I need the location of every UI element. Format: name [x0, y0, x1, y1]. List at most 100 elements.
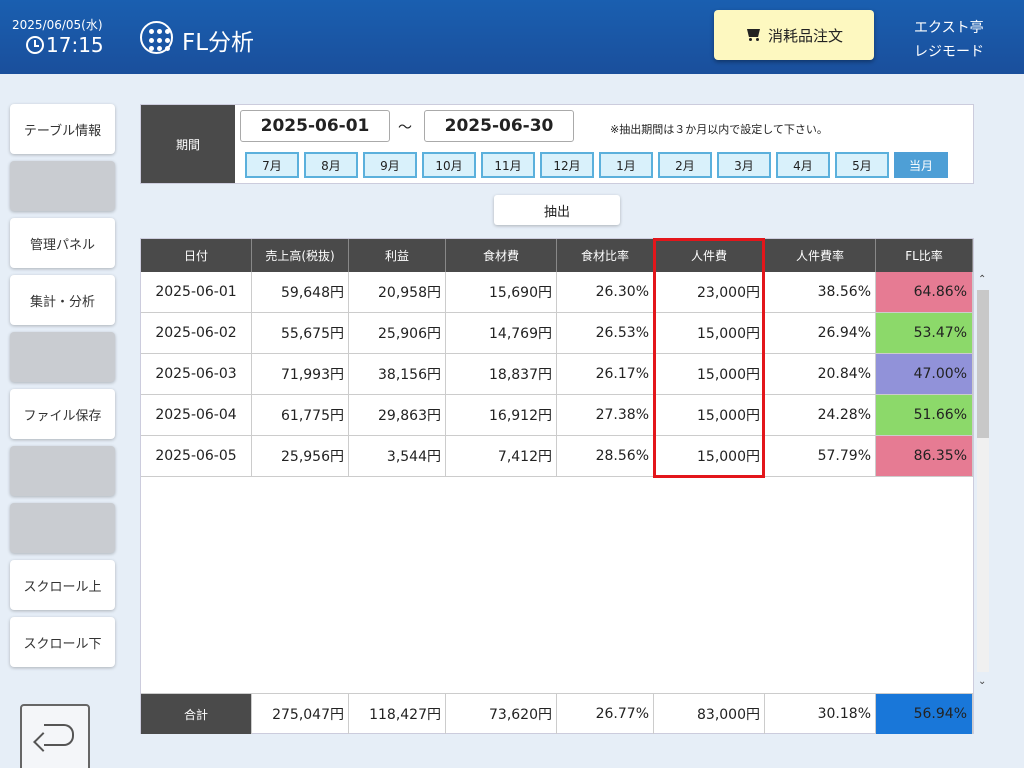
period-label: 期間	[141, 105, 235, 183]
table-cell: 14,769円	[446, 313, 557, 353]
order-supplies-label: 消耗品注文	[767, 26, 843, 45]
sidebar-item-4[interactable]: 集計・分析	[10, 275, 115, 325]
scroll-down-arrow-icon[interactable]: ⌄	[978, 676, 986, 687]
table-cell: 61,775円	[252, 395, 349, 435]
month-button-10[interactable]: 4月	[776, 152, 830, 178]
column-header-6[interactable]: 人件費	[654, 239, 765, 272]
column-header-8[interactable]: FL比率	[876, 239, 973, 272]
sidebar-item-6[interactable]: ファイル保存	[10, 389, 115, 439]
back-button[interactable]	[20, 704, 90, 768]
month-button-8[interactable]: 2月	[658, 152, 712, 178]
period-panel: 期間 2025-06-01 ～ 2025-06-30 ※抽出期間は３か月以内で設…	[140, 104, 974, 184]
total-label: 合計	[141, 694, 252, 734]
table-cell: 15,000円	[654, 436, 765, 476]
table-cell: 55,675円	[252, 313, 349, 353]
table-cell: 28.56%	[557, 436, 654, 476]
grid-menu-icon[interactable]	[140, 21, 173, 54]
register-mode-label: レジモード	[914, 44, 984, 60]
sidebar-item-10[interactable]: スクロール下	[10, 617, 115, 667]
sidebar-item-8	[10, 503, 115, 553]
table-cell: 23,000円	[654, 272, 765, 312]
table-cell: 59,648円	[252, 272, 349, 312]
column-header-3[interactable]: 利益	[349, 239, 446, 272]
month-button-6[interactable]: 12月	[540, 152, 594, 178]
sidebar-item-3[interactable]: 管理パネル	[10, 218, 115, 268]
total-cell: 83,000円	[654, 694, 765, 734]
table-cell: 2025-06-01	[141, 272, 252, 312]
table-cell: 20,958円	[349, 272, 446, 312]
total-cell: 26.77%	[557, 694, 654, 734]
table-cell: 53.47%	[876, 313, 973, 353]
fl-analysis-table: 日付 売上高(税抜) 利益 食材費 食材比率 人件費 人件費率 FL比率 2025-06-01…	[140, 238, 989, 734]
table-cell: 29,863円	[349, 395, 446, 435]
table-cell: 25,956円	[252, 436, 349, 476]
table-cell: 2025-06-05	[141, 436, 252, 476]
table-row[interactable]: 2025-06-05 25,956円 3,544円 7,412円 28.56% 15,00…	[141, 436, 973, 477]
table-scrollbar[interactable]: ⌃ ⌄	[975, 272, 991, 693]
store-name: エクスト亭	[914, 20, 984, 36]
table-cell: 3,544円	[349, 436, 446, 476]
column-header-1[interactable]: 日付	[141, 239, 252, 272]
table-cell: 27.38%	[557, 395, 654, 435]
table-row[interactable]: 2025-06-04 61,775円 29,863円 16,912円 27.38% 15,…	[141, 395, 973, 436]
column-header-2[interactable]: 売上高(税抜)	[252, 239, 349, 272]
table-cell: 25,906円	[349, 313, 446, 353]
table-cell: 24.28%	[765, 395, 876, 435]
sidebar-item-2	[10, 161, 115, 211]
month-button-12[interactable]: 当月	[894, 152, 948, 178]
table-total-row: 合計 275,047円 118,427円 73,620円 26.77% 83,000円 30…	[141, 693, 973, 734]
table-cell: 47.00%	[876, 354, 973, 394]
sidebar-item-9[interactable]: スクロール上	[10, 560, 115, 610]
table-row[interactable]: 2025-06-02 55,675円 25,906円 14,769円 26.53% 15,…	[141, 313, 973, 354]
table-cell: 18,837円	[446, 354, 557, 394]
column-header-5[interactable]: 食材比率	[557, 239, 654, 272]
clock-icon	[26, 36, 44, 54]
table-cell: 7,412円	[446, 436, 557, 476]
table-cell: 26.17%	[557, 354, 654, 394]
table-cell: 2025-06-03	[141, 354, 252, 394]
table-cell: 20.84%	[765, 354, 876, 394]
table-row[interactable]: 2025-06-01 59,648円 20,958円 15,690円 26.30% 23,…	[141, 272, 973, 313]
scrollbar-thumb[interactable]	[977, 290, 989, 438]
column-header-4[interactable]: 食材費	[446, 239, 557, 272]
table-body: 2025-06-01 59,648円 20,958円 15,690円 26.30% 23,…	[141, 272, 973, 477]
extract-button[interactable]: 抽出	[494, 195, 620, 225]
month-button-11[interactable]: 5月	[835, 152, 889, 178]
table-cell: 51.66%	[876, 395, 973, 435]
table-cell: 38.56%	[765, 272, 876, 312]
page-title: FL分析	[182, 30, 255, 56]
table-cell: 38,156円	[349, 354, 446, 394]
return-arrow-icon	[36, 724, 74, 748]
scroll-up-arrow-icon[interactable]: ⌃	[978, 274, 986, 285]
month-button-3[interactable]: 9月	[363, 152, 417, 178]
table-cell: 15,000円	[654, 313, 765, 353]
total-cell: 275,047円	[252, 694, 349, 734]
column-header-7[interactable]: 人件費率	[765, 239, 876, 272]
sidebar-item-7	[10, 446, 115, 496]
table-cell: 16,912円	[446, 395, 557, 435]
month-button-2[interactable]: 8月	[304, 152, 358, 178]
end-date-field[interactable]: 2025-06-30	[424, 110, 574, 142]
sidebar-item-1[interactable]: テーブル情報	[10, 104, 115, 154]
table-cell: 26.94%	[765, 313, 876, 353]
order-supplies-button[interactable]: 消耗品注文	[714, 10, 874, 60]
total-cell: 56.94%	[876, 694, 973, 734]
app-header: 2025/06/05(水) 17:15 FL分析 消耗品注文 エクスト亭 レジモ…	[0, 0, 1024, 74]
current-time: 17:15	[46, 33, 104, 57]
month-button-7[interactable]: 1月	[599, 152, 653, 178]
month-button-1[interactable]: 7月	[245, 152, 299, 178]
table-cell: 86.35%	[876, 436, 973, 476]
start-date-field[interactable]: 2025-06-01	[240, 110, 390, 142]
table-row[interactable]: 2025-06-03 71,993円 38,156円 18,837円 26.17% 15,…	[141, 354, 973, 395]
table-cell: 26.30%	[557, 272, 654, 312]
month-button-9[interactable]: 3月	[717, 152, 771, 178]
table-header: 日付 売上高(税抜) 利益 食材費 食材比率 人件費 人件費率 FL比率	[141, 239, 973, 272]
table-cell: 71,993円	[252, 354, 349, 394]
date-range-separator: ～	[398, 120, 412, 136]
month-button-5[interactable]: 11月	[481, 152, 535, 178]
current-time-display: 17:15	[26, 33, 104, 57]
month-button-4[interactable]: 10月	[422, 152, 476, 178]
current-date: 2025/06/05(水)	[12, 18, 103, 32]
table-cell: 15,690円	[446, 272, 557, 312]
total-cell: 30.18%	[765, 694, 876, 734]
